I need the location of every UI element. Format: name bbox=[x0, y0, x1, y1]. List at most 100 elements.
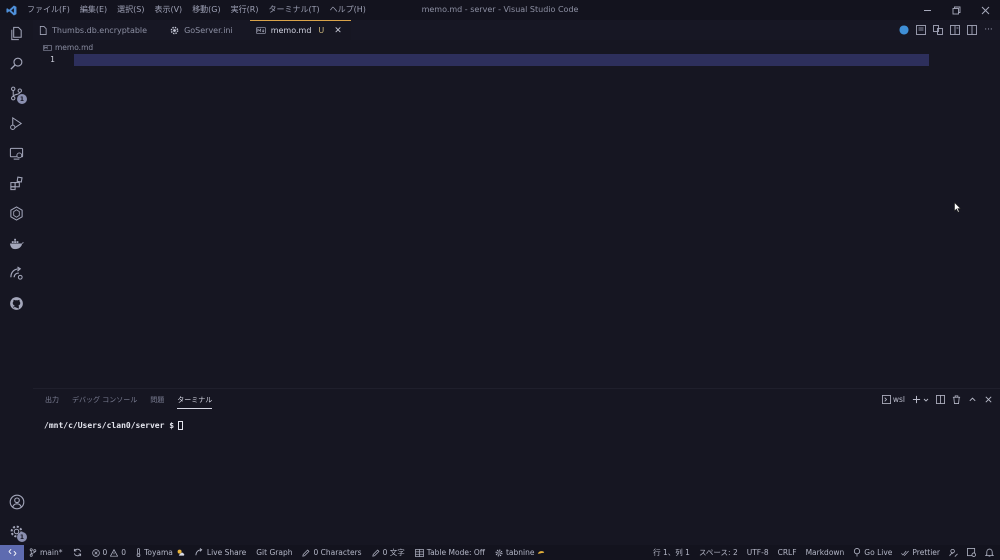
mouse-pointer-icon bbox=[954, 202, 961, 213]
source-control-badge: 1 bbox=[17, 94, 27, 104]
kubernetes-icon[interactable] bbox=[5, 202, 28, 225]
characters-label: 0 Characters bbox=[313, 548, 362, 557]
tab-memo-md[interactable]: memo.md U ✕ bbox=[249, 20, 351, 40]
bottom-panel: 出力 デバッグ コンソール 問題 ターミナル wsl /mnt/c/Users/… bbox=[33, 388, 1000, 545]
tab-problems[interactable]: 問題 bbox=[150, 395, 164, 409]
terminal-profile[interactable]: wsl bbox=[881, 395, 905, 404]
problems-indicator[interactable]: 0 0 bbox=[91, 548, 126, 557]
prettier-status[interactable]: Prettier bbox=[901, 548, 940, 557]
broadcast-icon bbox=[854, 548, 861, 557]
remote-icon bbox=[8, 549, 16, 556]
weather-indicator[interactable]: Toyama bbox=[136, 548, 185, 557]
notifications-bell-icon[interactable] bbox=[985, 548, 994, 557]
panel-actions: wsl bbox=[881, 395, 993, 404]
japanese-char-count[interactable]: 0 文字 bbox=[371, 547, 405, 558]
live-share-button[interactable]: Live Share bbox=[195, 548, 246, 557]
extensions-icon[interactable] bbox=[5, 172, 28, 195]
git-branch-icon bbox=[29, 548, 37, 557]
docker-icon[interactable] bbox=[5, 232, 28, 255]
menu-edit[interactable]: 編集(E) bbox=[75, 0, 112, 20]
more-actions-icon[interactable]: ··· bbox=[983, 25, 994, 36]
maximize-panel-icon[interactable] bbox=[968, 395, 977, 404]
remote-indicator[interactable] bbox=[0, 545, 24, 560]
run-debug-icon[interactable] bbox=[5, 112, 28, 135]
new-terminal-button[interactable] bbox=[912, 395, 929, 404]
branch-label: main* bbox=[40, 548, 63, 557]
encoding[interactable]: UTF-8 bbox=[747, 548, 769, 557]
table-mode-toggle[interactable]: Table Mode: Off bbox=[414, 548, 485, 557]
terminal-output[interactable]: /mnt/c/Users/clan0/server $ bbox=[44, 421, 184, 430]
indentation[interactable]: スペース: 2 bbox=[699, 547, 738, 558]
line-ending[interactable]: CRLF bbox=[778, 548, 797, 557]
panel-tabs: 出力 デバッグ コンソール 問題 ターミナル bbox=[45, 395, 213, 409]
close-panel-icon[interactable] bbox=[984, 395, 993, 404]
tab-debug-console[interactable]: デバッグ コンソール bbox=[72, 395, 137, 409]
accounts-icon[interactable] bbox=[5, 490, 28, 513]
error-icon bbox=[91, 548, 100, 557]
split-terminal-icon[interactable] bbox=[936, 395, 945, 404]
close-icon[interactable]: ✕ bbox=[334, 26, 342, 36]
thermometer-icon bbox=[136, 548, 141, 557]
source-control-icon[interactable]: 1 bbox=[5, 82, 28, 105]
github-icon[interactable] bbox=[5, 292, 28, 315]
double-check-icon bbox=[901, 550, 910, 556]
editor-actions: ··· bbox=[898, 20, 994, 40]
prettier-label: Prettier bbox=[912, 548, 940, 557]
tab-label: memo.md bbox=[270, 26, 312, 35]
compare-changes-icon[interactable] bbox=[932, 25, 943, 36]
copilot-icon[interactable] bbox=[898, 25, 909, 36]
menu-view[interactable]: 表示(V) bbox=[149, 0, 187, 20]
tab-label: GoServer.ini bbox=[184, 25, 233, 35]
tab-output[interactable]: 出力 bbox=[45, 395, 59, 409]
search-icon[interactable] bbox=[5, 52, 28, 75]
pencil-icon bbox=[302, 549, 310, 557]
close-window-button[interactable] bbox=[971, 0, 1000, 20]
trash-icon[interactable] bbox=[952, 395, 961, 404]
menu-file[interactable]: ファイル(F) bbox=[22, 0, 75, 20]
characters-count[interactable]: 0 Characters bbox=[302, 548, 362, 557]
weather-icon bbox=[177, 549, 185, 556]
breadcrumb[interactable]: memo.md bbox=[43, 42, 93, 53]
settings-icon[interactable]: 1 bbox=[5, 520, 28, 543]
menu-run[interactable]: 実行(R) bbox=[226, 0, 264, 20]
split-editor-icon[interactable] bbox=[966, 25, 977, 36]
title-bar: ファイル(F) 編集(E) 選択(S) 表示(V) 移動(G) 実行(R) ター… bbox=[0, 0, 1000, 20]
git-graph-button[interactable]: Git Graph bbox=[256, 548, 292, 557]
feedback-icon[interactable] bbox=[967, 548, 976, 557]
branch-indicator[interactable]: main* bbox=[29, 548, 63, 557]
gear-icon bbox=[170, 26, 179, 35]
sync-icon[interactable] bbox=[73, 548, 82, 557]
open-preview-icon[interactable] bbox=[915, 25, 926, 36]
table-icon bbox=[414, 548, 424, 557]
live-share-icon[interactable] bbox=[5, 262, 28, 285]
tab-terminal[interactable]: ターミナル bbox=[177, 395, 213, 409]
menu-selection[interactable]: 選択(S) bbox=[112, 0, 149, 20]
files-icon[interactable] bbox=[5, 22, 28, 45]
untracked-indicator: U bbox=[318, 26, 325, 35]
remote-explorer-icon[interactable] bbox=[5, 142, 28, 165]
menu-help[interactable]: ヘルプ(H) bbox=[325, 0, 371, 20]
chevron-down-icon bbox=[923, 398, 929, 402]
line-number: 1 bbox=[50, 55, 55, 64]
menu-terminal[interactable]: ターミナル(T) bbox=[263, 0, 324, 20]
editor-area[interactable]: 1 bbox=[33, 53, 1000, 388]
language-mode[interactable]: Markdown bbox=[806, 548, 845, 557]
go-live-button[interactable]: Go Live bbox=[853, 548, 892, 557]
live-share-icon bbox=[195, 548, 203, 556]
error-count: 0 bbox=[102, 548, 108, 557]
warning-icon bbox=[110, 548, 119, 557]
tab-thumbs-db[interactable]: Thumbs.db.encryptable bbox=[33, 20, 156, 40]
cursor-position[interactable]: 行 1、列 1 bbox=[653, 547, 690, 558]
tab-goserver-ini[interactable]: GoServer.ini bbox=[164, 20, 242, 40]
preview-side-icon[interactable] bbox=[949, 25, 960, 36]
minimize-button[interactable] bbox=[913, 0, 942, 20]
restore-button[interactable] bbox=[942, 0, 971, 20]
window-controls bbox=[913, 0, 1000, 20]
tabnine-status[interactable]: tabnine bbox=[495, 548, 546, 557]
menu-go[interactable]: 移動(G) bbox=[187, 0, 225, 20]
gear-icon bbox=[495, 549, 503, 556]
account-sync-icon[interactable] bbox=[949, 548, 958, 557]
breadcrumb-file[interactable]: memo.md bbox=[55, 43, 93, 52]
terminal-cursor bbox=[178, 421, 184, 430]
weather-location: Toyama bbox=[144, 548, 173, 557]
